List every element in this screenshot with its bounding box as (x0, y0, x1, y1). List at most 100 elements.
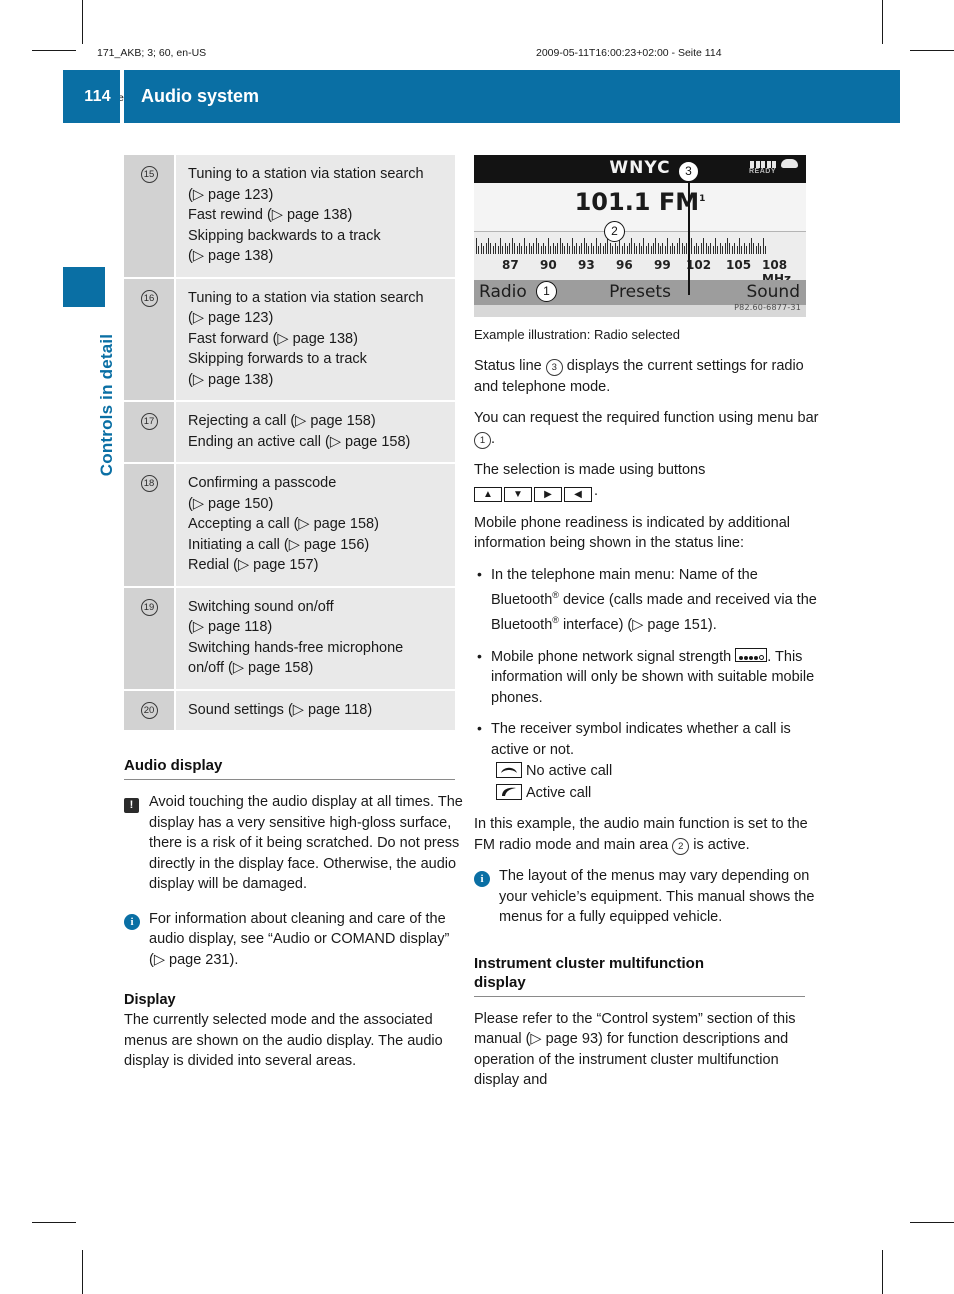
table-row-number-cell: 15 (124, 155, 176, 278)
table-row-line: Skipping backwards to a track (188, 227, 381, 244)
figure-callout-3: 3 (678, 161, 699, 182)
table-row-line: Ending an active call (▷ page 158) (188, 433, 411, 450)
scale-label: 93 (578, 258, 595, 272)
crop-mark-top-left (32, 50, 76, 51)
registered-mark-icon: ® (552, 615, 559, 626)
list-item: In the telephone main menu: Name of the … (474, 563, 819, 636)
example-text-b: is active. (689, 836, 750, 853)
callout-number: 19 (140, 598, 158, 616)
scale-label: 87 (502, 258, 519, 272)
table-row-number-cell: 18 (124, 463, 176, 587)
scale-label: 99 (654, 258, 671, 272)
radio-display-figure: WNYC READY 101.1 FM1 87 90 93 96 99 102 … (474, 155, 806, 317)
info-note-cleaning: i For information about cleaning and car… (124, 909, 469, 971)
table-row: 15 Tuning to a station via station searc… (124, 155, 455, 278)
inline-callout-3: 3 (545, 359, 563, 376)
table-row-number-cell: 19 (124, 586, 176, 690)
list-item: The receiver symbol indicates whether a … (474, 718, 819, 803)
button-down-icon: ▼ (504, 486, 532, 502)
display-main-area: 101.1 FM1 (474, 183, 806, 231)
left-column: 15 Tuning to a station via station searc… (124, 155, 469, 1083)
info-icon: i (124, 911, 140, 932)
callout-number: 18 (140, 475, 158, 492)
crop-mark-bottom-left (32, 1222, 76, 1223)
menu-item-sound[interactable]: Sound (746, 282, 800, 302)
table-row-line: on/off (▷ page 158) (188, 660, 314, 676)
crop-mark-top-left-v (82, 0, 83, 44)
table-row-line: Tuning to a station via station search (188, 166, 424, 182)
table-row-line: Skipping forwards to a track (188, 351, 367, 367)
warning-icon: ! (124, 794, 139, 815)
figure-image-code: P82.60-6877-31 (734, 303, 801, 312)
table-row-body-cell: Tuning to a station via station search (… (175, 155, 455, 278)
table-row-line: (▷ page 123) (188, 310, 274, 326)
inline-callout-2: 2 (672, 837, 690, 855)
cluster-paragraph: Please refer to the “Control system” sec… (474, 1010, 796, 1089)
callout-number: 16 (140, 289, 158, 307)
receiver-onhook-icon (496, 762, 522, 779)
info-icon: i (474, 868, 490, 889)
info-note-menu-text: The layout of the menus may vary dependi… (499, 868, 815, 926)
table-row-body-cell: Confirming a passcode (▷ page 150) Accep… (175, 463, 455, 587)
section-rule (124, 779, 455, 780)
button-right-icon: ▶ (534, 486, 562, 502)
cluster-heading-line2: display (474, 973, 526, 991)
registered-mark-icon: ® (552, 590, 559, 600)
table-row-body-cell: Switching sound on/off (▷ page 118) Swit… (175, 587, 455, 690)
crop-mark-bottom-right (910, 1222, 954, 1223)
page-title: Audio system (141, 86, 260, 106)
table-row-line: Sound settings (▷ page 118) (188, 701, 373, 718)
menu-bar-paragraph: You can request the required function us… (474, 408, 819, 449)
section-heading-instrument-cluster: Instrument cluster multifunction display (474, 954, 819, 992)
ready-label: READY (748, 168, 776, 175)
table-row-line: Rejecting a call (▷ page 158) (188, 413, 376, 429)
status-line-bullet-list: In the telephone main menu: Name of the … (474, 563, 819, 804)
scale-label: 90 (540, 258, 557, 272)
selection-paragraph: The selection is made using buttons ▲ ▼ ▶ ◀… (474, 462, 706, 502)
crop-mark-bottom-left-v (82, 1250, 83, 1294)
info-note-menu-layout: i The layout of the menus may vary depen… (474, 866, 819, 928)
table-row: 20 Sound settings (▷ page 118) (124, 689, 455, 731)
table-row-line: Accepting a call (▷ page 158) (188, 516, 379, 532)
table-row-line: Switching sound on/off (188, 598, 334, 615)
scale-ticks (476, 238, 804, 254)
frequency-scale: 87 90 93 96 99 102 105 108 MHz (474, 231, 806, 286)
table-row: 17 Rejecting a call (▷ page 158) Ending … (124, 401, 455, 463)
scale-label: 102 (686, 258, 712, 272)
table-row-line: Fast forward (▷ page 138) (188, 330, 358, 347)
bullet2-text-a: Mobile phone network signal strength (491, 648, 732, 665)
table-row-body-cell: Tuning to a station via station search (… (175, 278, 455, 402)
warning-note: ! Avoid touching the audio display at al… (124, 792, 469, 895)
cluster-heading-line1: Instrument cluster multifunction (474, 954, 705, 972)
status-line-text-a: Status line (474, 358, 546, 374)
scale-label: 105 (726, 258, 752, 272)
subheading-display: Display (124, 992, 176, 1008)
signal-strength-icon (735, 647, 768, 662)
scale-label: 96 (616, 258, 633, 272)
crop-mark-top-right (910, 50, 954, 51)
frequency-superscript: 1 (699, 194, 706, 204)
figure-callout-1: 1 (536, 281, 557, 302)
print-meta-right-line1: 2009-05-11T16:00:23+02:00 - Seite 114 (536, 47, 722, 59)
scale-labels: 87 90 93 96 99 102 105 108 MHz (474, 258, 806, 286)
table-row-line: (▷ page 150) (188, 495, 274, 512)
table-row-line: (▷ page 138) (188, 248, 274, 264)
callout-number: 15 (140, 166, 158, 183)
table-row-line: Initiating a call (▷ page 156) (188, 536, 370, 553)
selection-text: The selection is made using buttons (474, 462, 706, 478)
info-note-text: For information about cleaning and care … (149, 910, 450, 968)
print-meta-left-line1: 171_AKB; 3; 60, en-US (97, 47, 207, 59)
display-paragraph: The currently selected mode and the asso… (124, 1012, 443, 1069)
button-up-icon: ▲ (474, 486, 502, 502)
menu-bar-text-b: . (491, 430, 496, 447)
warning-note-text: Avoid touching the audio display at all … (149, 794, 463, 892)
table-row: 16 Tuning to a station via station searc… (124, 277, 455, 402)
figure-callout-2: 2 (604, 221, 625, 242)
example-text-a: In this example, the audio main function… (474, 816, 808, 853)
callout-number: 20 (140, 701, 158, 719)
table-row-body-cell: Sound settings (▷ page 118) (175, 690, 455, 731)
table-row-number-cell: 17 (124, 401, 176, 463)
callout-leader-3 (688, 173, 690, 295)
display-status-line: WNYC READY (474, 155, 806, 183)
table-row-number-cell: 16 (124, 277, 176, 401)
